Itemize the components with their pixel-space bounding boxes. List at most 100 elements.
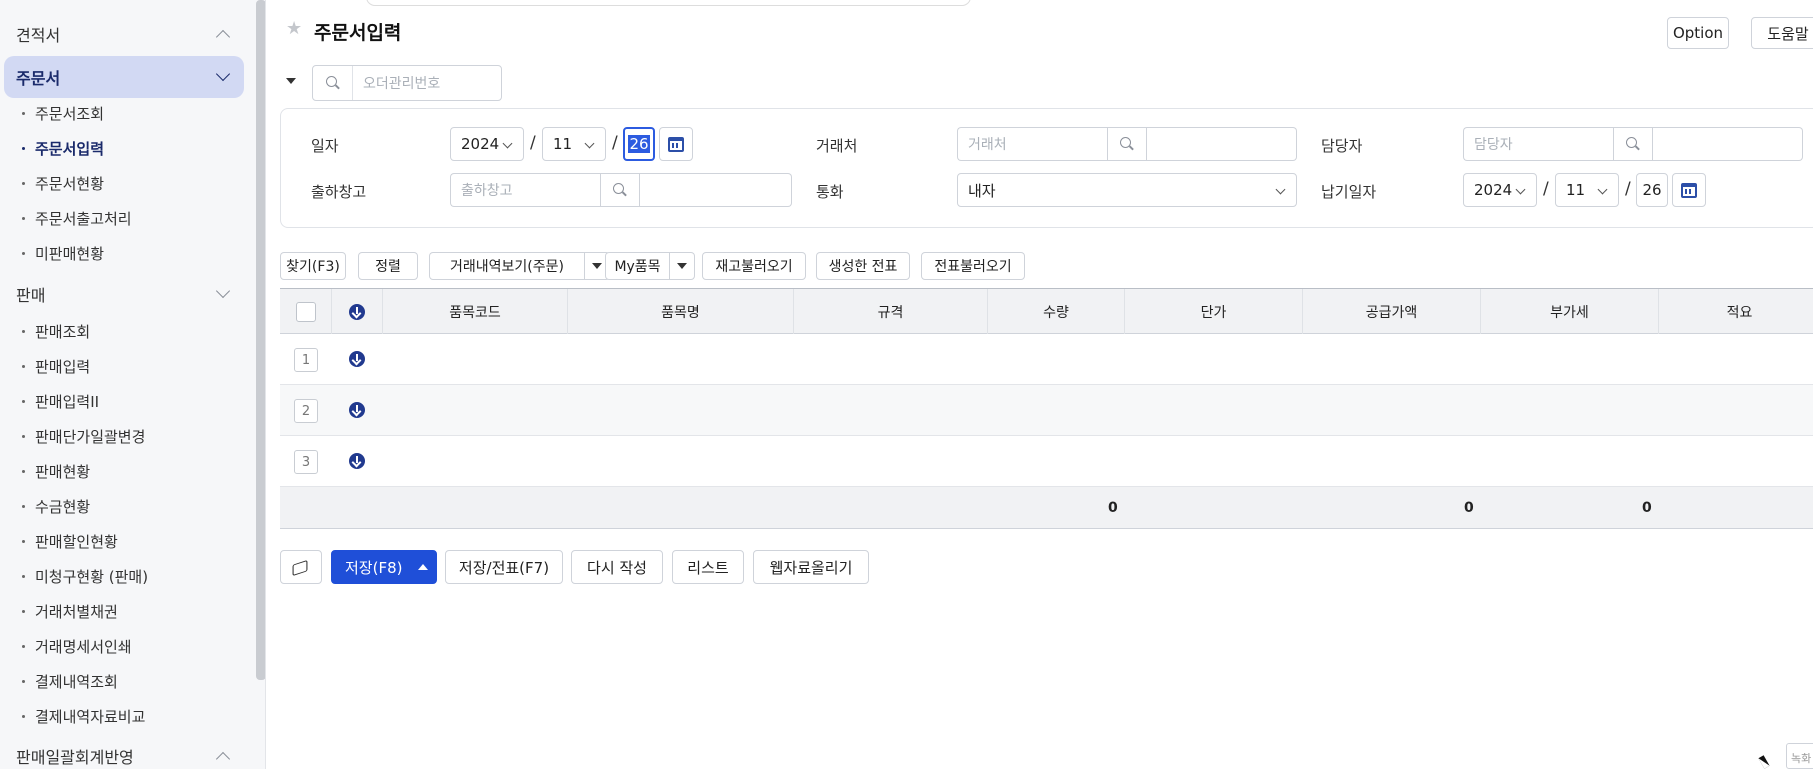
customer-input[interactable]: 거래처 <box>957 127 1107 161</box>
currency-value: 내자 <box>968 181 996 200</box>
web-upload-button[interactable]: 웹자료올리기 <box>753 550 869 584</box>
sort-button[interactable]: 정렬 <box>358 252 418 280</box>
find-button[interactable]: 찾기(F3) <box>280 252 346 280</box>
sidebar-group-sales[interactable]: 판매 <box>4 273 244 315</box>
sidebar-item-label: 거래명세서인쇄 <box>35 637 132 656</box>
manager-label: 담당자 <box>1321 137 1363 155</box>
sidebar-item-label: 미청구현황 (판매) <box>35 567 149 586</box>
sidebar-item-sales[interactable]: 판매입력 <box>22 351 90 381</box>
save-slip-button[interactable]: 저장/전표(F7) <box>445 550 563 584</box>
manager-lookup[interactable]: 담당자 <box>1463 127 1803 161</box>
sidebar-item-sales[interactable]: 미청구현황 (판매) <box>22 561 148 591</box>
due-month-select[interactable]: 11 <box>1555 173 1619 207</box>
due-year-select[interactable]: 2024 <box>1463 173 1537 207</box>
my-items-button[interactable]: My품목 <box>605 252 670 280</box>
sidebar-item-sales[interactable]: 판매입력II <box>22 386 99 416</box>
date-month-select[interactable]: 11 <box>542 127 606 161</box>
sidebar-item-sales[interactable]: 판매할인현황 <box>22 526 118 556</box>
rewrite-button[interactable]: 다시 작성 <box>571 550 663 584</box>
help-button[interactable]: 도움말 <box>1751 17 1813 49</box>
sidebar-item-order-shipping[interactable]: 주문서출고처리 <box>22 203 132 233</box>
grid-totals-row: 0 0 0 <box>280 487 1813 529</box>
customer-lookup[interactable]: 거래처 <box>957 127 1297 161</box>
date-year-value: 2024 <box>461 135 500 153</box>
warehouse-lookup[interactable]: 출하창고 <box>450 173 792 207</box>
date-year-select[interactable]: 2024 <box>450 127 524 161</box>
manager-input[interactable]: 담당자 <box>1463 127 1613 161</box>
star-icon[interactable]: ★ <box>286 18 302 39</box>
record-widget[interactable]: 녹화 <box>1786 743 1813 769</box>
column-header[interactable]: 부가세 <box>1481 289 1659 334</box>
sidebar-item-sales[interactable]: 거래명세서인쇄 <box>22 631 132 661</box>
column-header[interactable]: 단가 <box>1125 289 1303 334</box>
top-search-bar[interactable] <box>366 0 971 6</box>
table-row[interactable]: 1 <box>280 334 1813 385</box>
download-icon[interactable] <box>349 351 365 367</box>
column-header[interactable]: 공급가액 <box>1303 289 1481 334</box>
table-row[interactable]: 2 <box>280 385 1813 436</box>
column-header[interactable]: 규격 <box>794 289 988 334</box>
customer-name-field[interactable] <box>1147 127 1297 161</box>
date-calendar-button[interactable] <box>659 127 693 161</box>
sidebar-item-sales[interactable]: 결제내역자료비교 <box>22 701 145 731</box>
option-button[interactable]: Option <box>1667 17 1729 49</box>
bullet-icon <box>22 399 25 403</box>
sidebar-item-order-entry[interactable]: 주문서입력 <box>22 133 104 163</box>
sidebar-item-order-status[interactable]: 주문서현황 <box>22 168 104 198</box>
sidebar-group-batch-accounting[interactable]: 판매일괄회계반영 <box>4 735 244 769</box>
list-button[interactable]: 리스트 <box>672 550 744 584</box>
chevron-down-icon <box>215 283 231 299</box>
date-day-input[interactable]: 26 <box>623 127 655 161</box>
load-slip-button[interactable]: 전표불러오기 <box>921 252 1025 280</box>
due-calendar-button[interactable] <box>1672 173 1706 207</box>
sidebar-item-order-list[interactable]: 주문서조회 <box>22 98 104 128</box>
date-day-value: 26 <box>628 135 650 153</box>
warehouse-search-button[interactable] <box>600 173 640 207</box>
manager-search-button[interactable] <box>1613 127 1653 161</box>
customer-label: 거래처 <box>816 137 858 155</box>
save-button[interactable]: 저장(F8) <box>331 550 437 584</box>
main-content: ★ 주문서입력 Option 도움말 오더관리번호 일자 2024 / 11 /… <box>266 0 1813 769</box>
chevron-down-icon <box>215 66 231 82</box>
send-button[interactable] <box>280 550 322 584</box>
bullet-icon <box>22 714 25 718</box>
column-header[interactable]: 품목코드 <box>383 289 568 334</box>
sidebar-scrollbar[interactable] <box>256 0 265 680</box>
sidebar-item-sales[interactable]: 수금현황 <box>22 491 90 521</box>
due-day-input[interactable]: 26 <box>1636 173 1668 207</box>
row-number: 2 <box>294 399 318 423</box>
warehouse-name-field[interactable] <box>640 173 792 207</box>
sidebar-item-label: 판매단가일괄변경 <box>35 427 146 446</box>
sidebar-item-sales[interactable]: 판매현황 <box>22 456 90 486</box>
order-number-search[interactable]: 오더관리번호 <box>312 65 502 101</box>
sidebar-group-order[interactable]: 주문서 <box>4 56 244 98</box>
sidebar-item-sales[interactable]: 판매단가일괄변경 <box>22 421 145 451</box>
bullet-icon <box>22 364 25 368</box>
column-header[interactable]: 적요 <box>1659 289 1813 334</box>
sidebar-item-sales[interactable]: 판매조회 <box>22 316 90 346</box>
customer-search-button[interactable] <box>1107 127 1147 161</box>
due-date-label: 납기일자 <box>1321 183 1377 201</box>
chevron-down-icon <box>1515 184 1526 195</box>
sidebar-item-sales[interactable]: 거래처별채권 <box>22 596 118 626</box>
download-icon[interactable] <box>349 453 365 469</box>
created-slip-button[interactable]: 생성한 전표 <box>816 252 910 280</box>
my-items-dropdown[interactable] <box>669 252 695 280</box>
sidebar-group-quote[interactable]: 견적서 <box>4 13 244 55</box>
select-all-checkbox[interactable] <box>295 301 316 322</box>
table-row[interactable]: 3 <box>280 436 1813 487</box>
column-header[interactable]: 품목명 <box>568 289 794 334</box>
sidebar-item-sales[interactable]: 결제내역조회 <box>22 666 118 696</box>
currency-select[interactable]: 내자 <box>957 173 1297 207</box>
calendar-icon <box>668 136 684 152</box>
download-icon[interactable] <box>349 303 365 320</box>
collapse-toggle-icon[interactable] <box>286 78 296 84</box>
warehouse-input[interactable]: 출하창고 <box>450 173 600 207</box>
manager-name-field[interactable] <box>1653 127 1803 161</box>
load-stock-button[interactable]: 재고불러오기 <box>702 252 806 280</box>
history-button[interactable]: 거래내역보기(주문) <box>429 252 585 280</box>
sidebar-item-unsold[interactable]: 미판매현황 <box>22 238 104 268</box>
download-icon[interactable] <box>349 402 365 418</box>
column-header[interactable]: 수량 <box>988 289 1125 334</box>
caret-up-icon[interactable] <box>418 564 428 570</box>
